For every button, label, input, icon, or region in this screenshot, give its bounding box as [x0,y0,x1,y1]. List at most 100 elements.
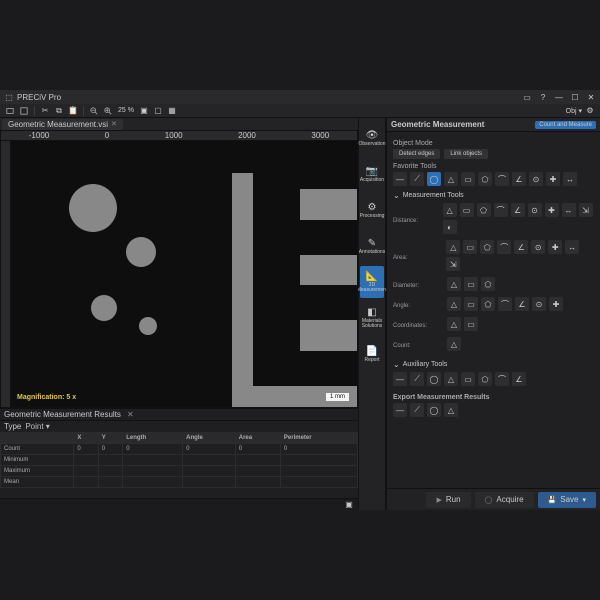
ribbon-tag[interactable]: Count and Measure [535,121,596,129]
tool-button[interactable]: ⌒ [495,372,509,386]
fit-button[interactable]: ▣ [138,105,150,117]
tool-button[interactable]: ⬠ [478,372,492,386]
tool-button[interactable]: ⇲ [446,257,460,271]
tool-button[interactable]: ⌒ [495,172,509,186]
tool-button[interactable]: △ [447,297,461,311]
tool-button[interactable]: ▭ [463,240,477,254]
col-header[interactable]: Y [98,433,122,444]
save-button[interactable]: 💾 Save ▾ [538,492,596,508]
rail-observation[interactable]: 👁Observation [360,122,384,154]
col-header[interactable]: Angle [183,433,236,444]
copy-button[interactable]: ⧉ [53,105,65,117]
tool-button[interactable]: ⬠ [477,203,491,217]
save-button[interactable] [18,105,30,117]
tool-button[interactable]: ◐ [443,220,457,234]
tool-button[interactable]: ▭ [460,203,474,217]
tool-button[interactable]: ✚ [549,297,563,311]
tool-button[interactable]: ✚ [545,203,559,217]
tool-button[interactable]: ▭ [461,172,475,186]
tool-button[interactable]: ∠ [515,297,529,311]
tool-button[interactable]: ↔ [562,203,576,217]
results-table[interactable]: XYLengthAngleAreaPerimeter Count000000Mi… [0,432,358,498]
results-close-icon[interactable]: ✕ [127,410,134,419]
tool-button[interactable]: ∠ [512,172,526,186]
run-button[interactable]: ▶ Run [426,492,470,508]
layout-icon[interactable]: ▭ [522,92,532,102]
maximize-icon[interactable]: ☐ [570,92,580,102]
settings-button[interactable]: ⚙ [584,105,596,117]
tool-button[interactable]: △ [444,172,458,186]
tool-button[interactable]: ✚ [548,240,562,254]
tool-button[interactable]: ⌒ [498,297,512,311]
tool-button[interactable]: △ [447,337,461,351]
tool-button[interactable]: ↔ [565,240,579,254]
tool-button[interactable]: ⟋ [410,172,424,186]
table-row[interactable]: Minimum [1,455,358,466]
tool-button[interactable]: ↔ [563,172,577,186]
tool-button[interactable]: ◯ [427,372,441,386]
tool-button[interactable]: — [393,403,407,417]
table-row[interactable]: Count000000 [1,444,358,455]
detect-edges-button[interactable]: Detect edges [393,149,440,159]
tab-document[interactable]: Geometric Measurement.vsi ✕ [2,119,123,130]
filter-type-dropdown[interactable]: Point ▾ [25,422,49,431]
rail-annotations[interactable]: ✎Annotations [360,230,384,262]
measurement-tools-head[interactable]: Measurement Tools [393,191,594,200]
link-objects-button[interactable]: Link objects [444,149,488,159]
acquire-button[interactable]: ◯ Acquire [475,492,534,508]
actual-button[interactable]: ▢ [152,105,164,117]
zoom-level[interactable]: 25 % [118,107,134,114]
tool-button[interactable]: ⊙ [532,297,546,311]
paste-button[interactable]: 📋 [67,105,79,117]
col-header[interactable]: X [74,433,98,444]
tool-button[interactable]: — [393,172,407,186]
tool-button[interactable]: △ [443,203,457,217]
tool-button[interactable]: ∠ [514,240,528,254]
tool-button[interactable]: ▭ [464,297,478,311]
tool-button[interactable]: ▭ [461,372,475,386]
col-header[interactable]: Perimeter [280,433,357,444]
rail-materials[interactable]: ◧Materials Solutions [360,302,384,334]
tool-button[interactable]: ⬠ [481,277,495,291]
col-header[interactable] [1,433,74,444]
tool-button[interactable]: △ [444,403,458,417]
rail-measurement[interactable]: 📐2D Measurement [360,266,384,298]
tool-button[interactable]: ⟋ [410,372,424,386]
tool-button[interactable]: ▭ [464,317,478,331]
obj-dropdown[interactable]: Obj ▾ [566,107,582,115]
tool-button[interactable]: ∠ [511,203,525,217]
tool-button[interactable]: — [393,372,407,386]
tool-button[interactable]: ⌒ [497,240,511,254]
table-row[interactable]: Maximum [1,466,358,477]
tool-button[interactable]: ⊙ [528,203,542,217]
rail-processing[interactable]: ⚙Processing [360,194,384,226]
col-header[interactable]: Length [123,433,183,444]
tool-button[interactable]: ⟋ [410,403,424,417]
tool-button[interactable]: △ [444,372,458,386]
grid-button[interactable]: ▦ [166,105,178,117]
tool-button[interactable]: ⌒ [494,203,508,217]
close-icon[interactable]: ✕ [586,92,596,102]
table-row[interactable]: Mean [1,477,358,488]
tool-button[interactable]: ⊙ [531,240,545,254]
tool-button[interactable]: ◯ [427,172,441,186]
col-header[interactable]: Area [235,433,280,444]
tool-button[interactable]: ⬠ [481,297,495,311]
tool-button[interactable]: ⊙ [529,172,543,186]
cut-button[interactable]: ✂ [39,105,51,117]
zoom-out-button[interactable] [88,105,100,117]
tool-button[interactable]: △ [447,317,461,331]
tool-button[interactable]: △ [446,240,460,254]
tool-button[interactable]: △ [447,277,461,291]
rail-acquisition[interactable]: 📷Acquisition [360,158,384,190]
auxiliary-tools-head[interactable]: Auxiliary Tools [393,360,594,369]
image-viewport[interactable]: Magnification: 5 x 1 mm [11,141,357,407]
help-icon[interactable]: ? [538,92,548,102]
tool-button[interactable]: ⇲ [579,203,593,217]
zoom-in-button[interactable] [102,105,114,117]
tool-button[interactable]: ◯ [427,403,441,417]
tool-button[interactable]: ⬠ [478,172,492,186]
status-icon[interactable]: ▣ [344,500,354,510]
open-button[interactable] [4,105,16,117]
tool-button[interactable]: ⬠ [480,240,494,254]
